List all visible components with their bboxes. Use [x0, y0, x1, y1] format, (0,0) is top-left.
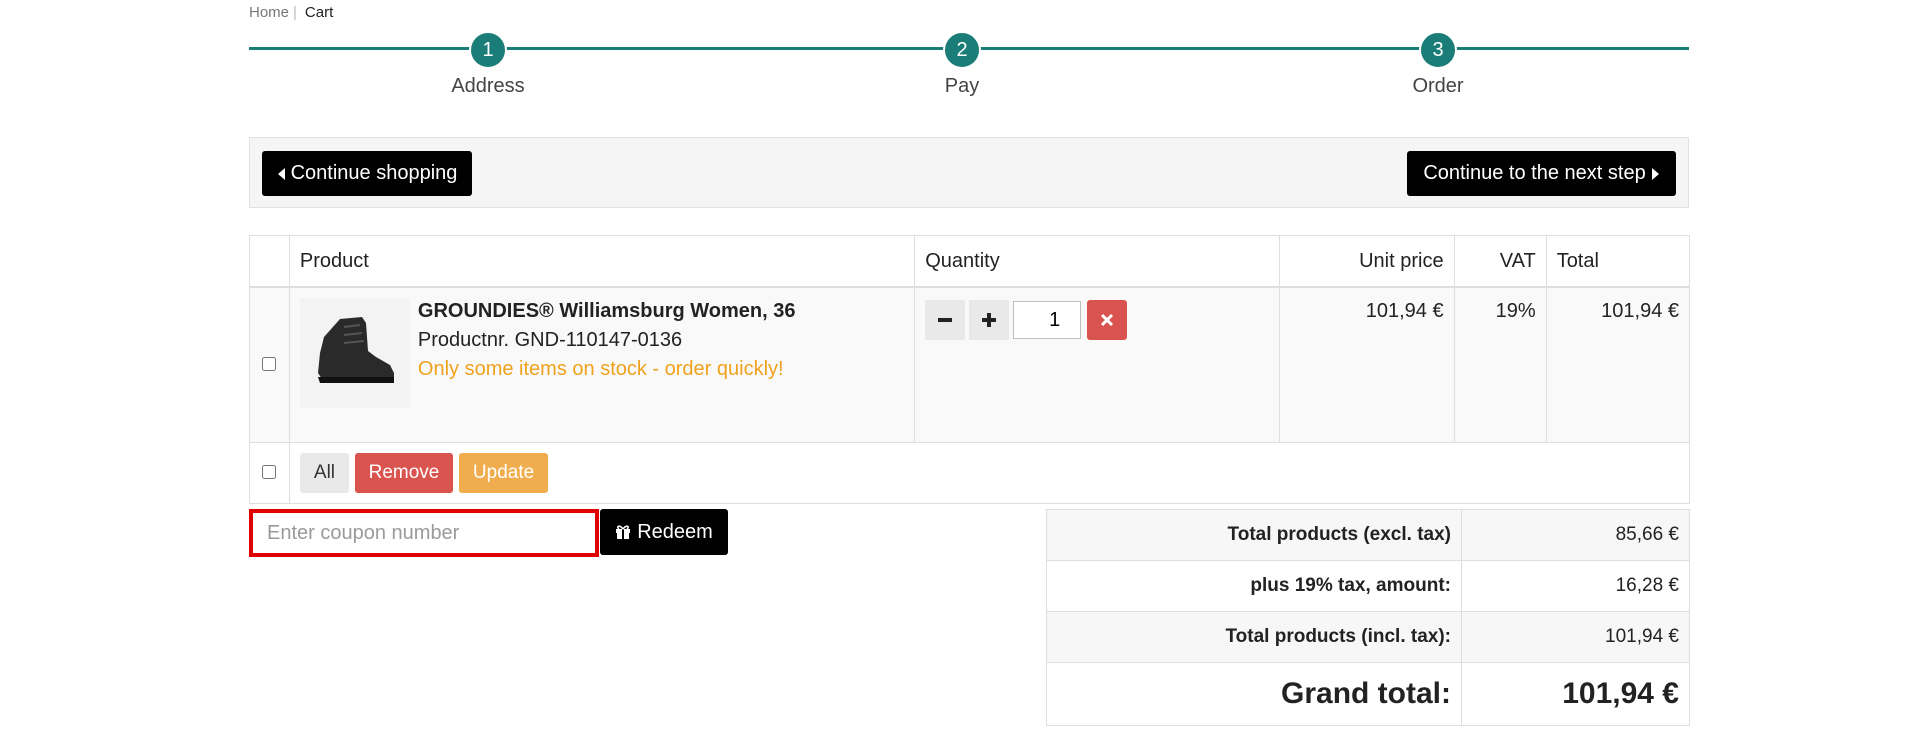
quantity-stepper [925, 300, 1268, 340]
close-icon [1101, 313, 1114, 326]
update-button[interactable]: Update [458, 453, 549, 493]
step-label: Pay [944, 75, 980, 97]
totals-row-grand: Grand total: 101,94 € [1046, 662, 1690, 726]
breadcrumb-current: Cart [304, 4, 334, 21]
breadcrumb-separator: | [293, 4, 297, 21]
select-all-checkbox[interactable] [262, 464, 277, 479]
header-product: Product [288, 235, 916, 288]
header-quantity: Quantity [914, 235, 1280, 288]
stock-notice: Only some items on stock - order quickly… [417, 358, 784, 380]
step-number: 2 [943, 31, 981, 69]
delete-item-button[interactable] [1087, 300, 1128, 340]
unit-price-cell: 101,94 € [1278, 286, 1455, 443]
select-all-button[interactable]: All [299, 453, 350, 493]
step-address: 1 Address [408, 31, 568, 98]
continue-shopping-label: Continue shopping [290, 162, 458, 184]
breadcrumb: Home | Cart [249, 4, 333, 21]
caret-left-icon [277, 167, 285, 180]
step-label: Address [451, 75, 525, 97]
select-all-cell [249, 442, 290, 504]
increase-quantity-button[interactable] [969, 300, 1010, 340]
item-checkbox[interactable] [262, 356, 277, 371]
coupon-input[interactable] [249, 509, 599, 557]
cart-toolbar: Continue shopping Continue to the next s… [249, 137, 1689, 208]
table-actions-row: All Remove Update [249, 442, 1691, 504]
item-check-cell [249, 286, 290, 443]
continue-shopping-button[interactable]: Continue shopping [262, 151, 472, 196]
table-row: GROUNDIES® Williamsburg Women, 36 Produc… [249, 286, 1691, 443]
total-incl-value: 101,94 € [1461, 611, 1690, 663]
caret-right-icon [1651, 167, 1659, 180]
header-unit-price: Unit price [1278, 235, 1455, 288]
next-step-button[interactable]: Continue to the next step [1407, 151, 1676, 196]
checkout-progress: 1 Address 2 Pay 3 Order [249, 31, 1689, 116]
vat-cell: 19% [1453, 286, 1547, 443]
quantity-cell [914, 286, 1280, 443]
actions-cell: All Remove Update [288, 442, 1691, 504]
table-header-row: Product Quantity Unit price VAT Total [249, 235, 1691, 288]
minus-icon [938, 318, 953, 322]
totals-table: Total products (excl. tax) 85,66 € plus … [1046, 509, 1690, 726]
header-check-cell [249, 235, 290, 288]
tax-value: 16,28 € [1461, 560, 1690, 612]
tax-label: plus 19% tax, amount: [1046, 560, 1462, 612]
header-vat: VAT [1453, 235, 1547, 288]
step-order: 3 Order [1358, 31, 1518, 98]
redeem-label: Redeem [637, 520, 713, 543]
step-label: Order [1412, 75, 1464, 97]
grand-total-value: 101,94 € [1461, 662, 1690, 726]
product-cell: GROUNDIES® Williamsburg Women, 36 Produc… [288, 286, 916, 443]
step-number: 3 [1419, 31, 1457, 69]
total-excl-label: Total products (excl. tax) [1046, 509, 1462, 561]
header-total: Total [1545, 235, 1691, 288]
next-step-label: Continue to the next step [1423, 162, 1646, 184]
remove-button[interactable]: Remove [354, 453, 454, 493]
quantity-input[interactable] [1013, 301, 1082, 339]
totals-row-incl: Total products (incl. tax): 101,94 € [1046, 611, 1690, 663]
product-name[interactable]: GROUNDIES® Williamsburg Women, 36 [418, 300, 796, 323]
step-number: 1 [469, 31, 507, 69]
shoe-image [317, 317, 394, 383]
total-cell: 101,94 € [1545, 286, 1691, 443]
plus-icon [982, 313, 997, 327]
breadcrumb-home-link[interactable]: Home [249, 4, 289, 21]
total-incl-label: Total products (incl. tax): [1046, 611, 1462, 663]
total-excl-value: 85,66 € [1461, 509, 1690, 561]
product-image[interactable] [299, 298, 410, 408]
cart-table: Product Quantity Unit price VAT Total GR… [249, 235, 1691, 504]
decrease-quantity-button[interactable] [925, 300, 966, 340]
coupon-form: Redeem [249, 509, 728, 557]
product-number: Productnr. GND-110147-0136 [417, 329, 683, 351]
step-pay: 2 Pay [882, 31, 1042, 98]
grand-total-label: Grand total: [1046, 662, 1462, 726]
totals-row-tax: plus 19% tax, amount: 16,28 € [1046, 560, 1690, 612]
totals-row-excl: Total products (excl. tax) 85,66 € [1046, 509, 1690, 561]
gift-icon [616, 525, 631, 539]
redeem-button[interactable]: Redeem [600, 509, 728, 555]
